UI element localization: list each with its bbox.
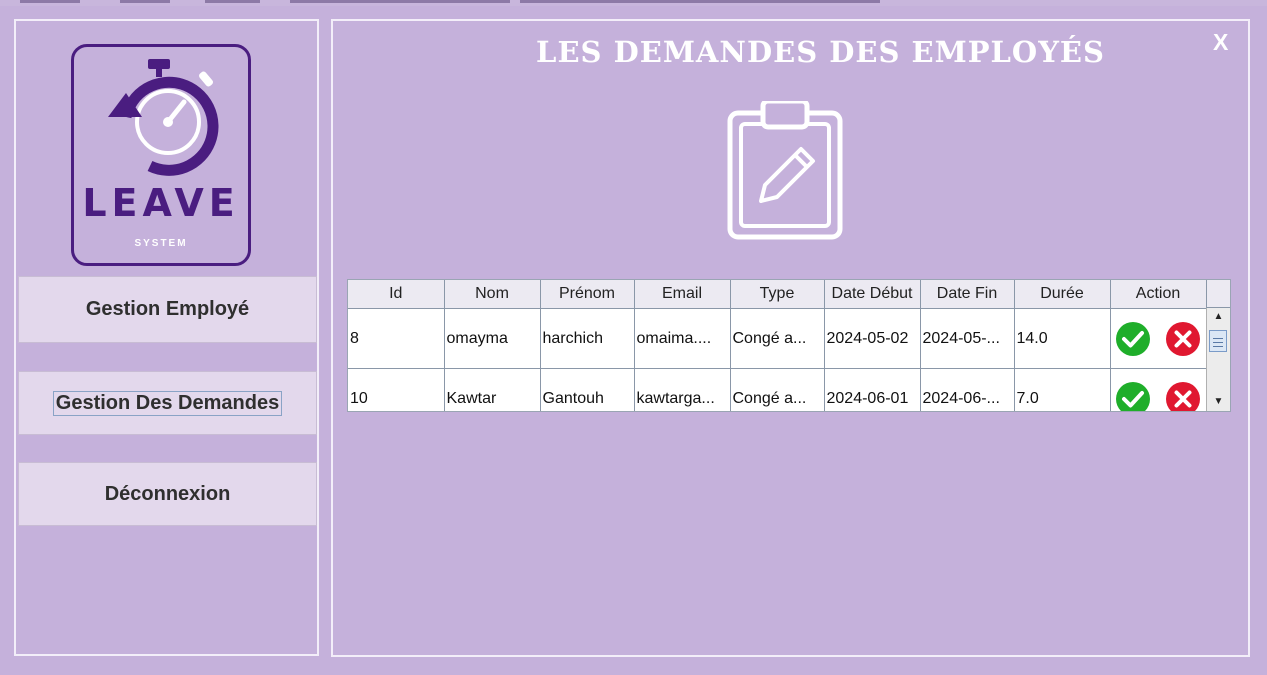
table-header-corner — [1206, 280, 1230, 308]
table-header-row: Id Nom Prénom Email Type Date Début Date… — [348, 280, 1207, 309]
column-header[interactable]: Durée — [1014, 280, 1111, 309]
reject-x-icon[interactable] — [1165, 381, 1201, 411]
table-scrollbar[interactable]: ▲ ▼ — [1206, 308, 1230, 411]
column-header[interactable]: Email — [634, 280, 731, 309]
approve-check-icon[interactable] — [1115, 381, 1151, 411]
nav-gestion-employe-label: Gestion Employé — [85, 298, 250, 320]
sidebar: LEAVE SYSTEM Gestion Employé Gestion Des… — [14, 19, 319, 656]
nav-gestion-demandes-button[interactable]: Gestion Des Demandes — [18, 371, 317, 435]
table-row[interactable]: 10 Kawtar Gantouh kawtarga... Congé a...… — [348, 368, 1207, 411]
cell-type[interactable]: Congé a... — [730, 308, 825, 369]
nav-deconnexion-button[interactable]: Déconnexion — [18, 462, 317, 526]
scroll-down-icon[interactable]: ▼ — [1207, 393, 1230, 411]
reject-x-icon[interactable] — [1165, 321, 1201, 357]
cell-action — [1110, 308, 1207, 369]
table-row[interactable]: 8 omayma harchich omaima.... Congé a... … — [348, 308, 1207, 369]
cell-email[interactable]: omaima.... — [634, 308, 731, 369]
cell-nom[interactable]: omayma — [444, 308, 541, 369]
cell-date-fin[interactable]: 2024-05-... — [920, 308, 1015, 369]
column-header[interactable]: Nom — [444, 280, 541, 309]
cell-date-debut[interactable]: 2024-06-01 — [824, 368, 921, 411]
scroll-thumb[interactable] — [1209, 330, 1227, 352]
cell-date-fin[interactable]: 2024-06-... — [920, 368, 1015, 411]
cell-type[interactable]: Congé a... — [730, 368, 825, 411]
main-panel: X LES DEMANDES DES EMPLOYÉS Id Nom Préno… — [331, 19, 1250, 657]
scroll-up-icon[interactable]: ▲ — [1207, 308, 1230, 326]
cell-id[interactable]: 8 — [348, 308, 445, 369]
cell-duree[interactable]: 7.0 — [1014, 368, 1111, 411]
cell-email[interactable]: kawtarga... — [634, 368, 731, 411]
logo-title: LEAVE — [82, 181, 240, 225]
cell-prenom[interactable]: harchich — [540, 308, 635, 369]
column-header[interactable]: Date Début — [824, 280, 921, 309]
demandes-table: Id Nom Prénom Email Type Date Début Date… — [347, 279, 1231, 412]
page-title: LES DEMANDES DES EMPLOYÉS — [536, 35, 1105, 69]
approve-check-icon[interactable] — [1115, 321, 1151, 357]
cell-duree[interactable]: 14.0 — [1014, 308, 1111, 369]
cell-prenom[interactable]: Gantouh — [540, 368, 635, 411]
cell-action — [1110, 368, 1207, 411]
column-header[interactable]: Type — [730, 280, 825, 309]
nav-gestion-employe-button[interactable]: Gestion Employé — [18, 276, 317, 343]
logo-subtitle: SYSTEM — [134, 238, 188, 249]
cell-date-debut[interactable]: 2024-05-02 — [824, 308, 921, 369]
column-header[interactable]: Prénom — [540, 280, 635, 309]
cell-id[interactable]: 10 — [348, 368, 445, 411]
nav-deconnexion-label: Déconnexion — [104, 482, 231, 505]
nav-gestion-demandes-label: Gestion Des Demandes — [52, 390, 283, 416]
column-header[interactable]: Id — [348, 280, 445, 309]
leave-system-logo: LEAVE SYSTEM — [71, 44, 251, 266]
stopwatch-icon — [108, 59, 219, 176]
column-header[interactable]: Date Fin — [920, 280, 1015, 309]
cell-nom[interactable]: Kawtar — [444, 368, 541, 411]
clipboard-edit-icon — [727, 101, 843, 240]
column-header[interactable]: Action — [1110, 280, 1207, 309]
window-top-strip — [0, 0, 1267, 6]
